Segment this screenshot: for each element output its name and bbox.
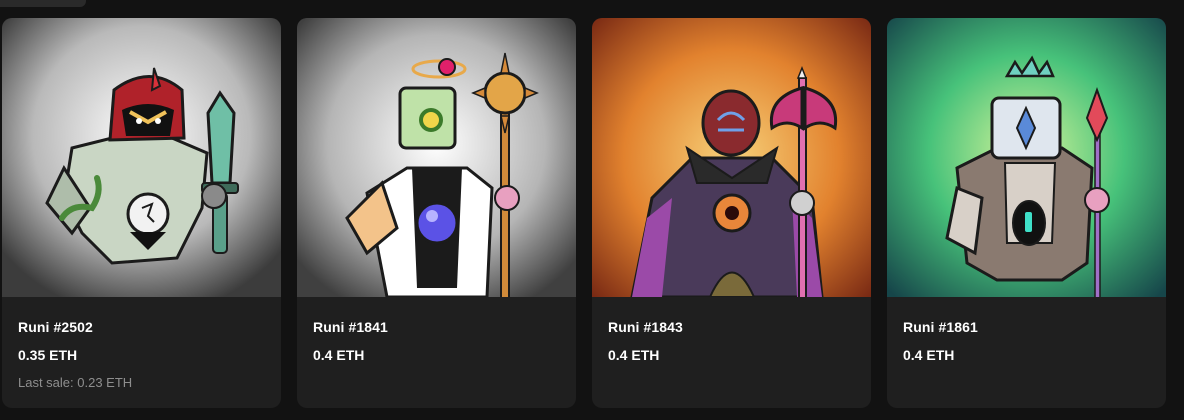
nft-name[interactable]: Runi #1861: [903, 319, 978, 335]
nft-price: 0.4 ETH: [903, 347, 955, 363]
nft-image[interactable]: [592, 18, 871, 297]
nft-price: 0.4 ETH: [313, 347, 365, 363]
nft-card[interactable]: Runi #1861 0.4 ETH: [887, 18, 1166, 408]
nft-price: 0.4 ETH: [608, 347, 660, 363]
nft-name[interactable]: Runi #2502: [18, 319, 93, 335]
nft-price: 0.35 ETH: [18, 347, 78, 363]
nft-image[interactable]: [297, 18, 576, 297]
runi-1843-artwork: [592, 18, 871, 297]
nft-card[interactable]: Runi #1841 0.4 ETH: [297, 18, 576, 408]
nft-name[interactable]: Runi #1841: [313, 319, 388, 335]
nft-card[interactable]: Runi #1843 0.4 ETH: [592, 18, 871, 408]
runi-2502-artwork: [2, 18, 281, 297]
runi-1861-artwork: [887, 18, 1166, 297]
nft-image[interactable]: [2, 18, 281, 297]
nft-name[interactable]: Runi #1843: [608, 319, 683, 335]
nft-last-sale: Last sale: 0.23 ETH: [18, 375, 133, 390]
nft-card[interactable]: Runi #2502 0.35 ETH Last sale: 0.23 ETH: [2, 18, 281, 408]
nft-image[interactable]: [887, 18, 1166, 297]
runi-1841-artwork: [297, 18, 576, 297]
top-tab-indicator: [0, 0, 86, 7]
